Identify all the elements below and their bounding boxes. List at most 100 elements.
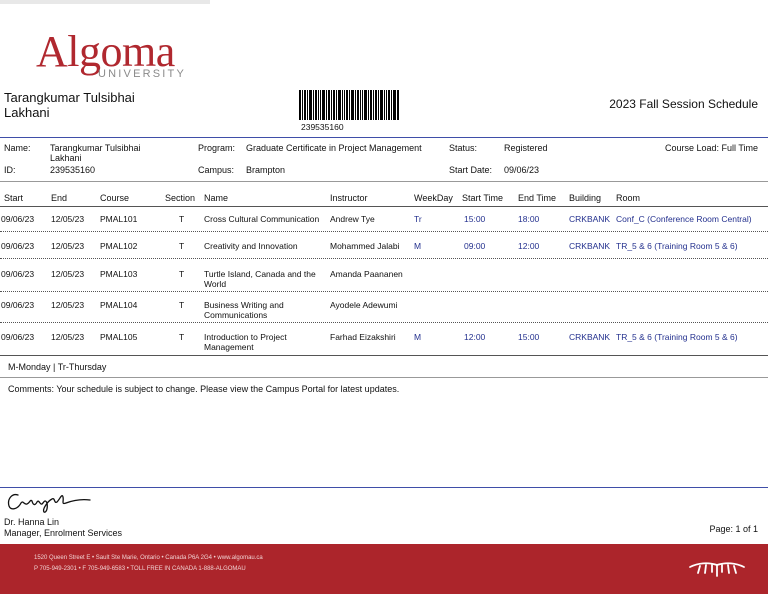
name-value: Tarangkumar Tulsibhai Lakhani [50, 143, 141, 163]
campus-label: Campus: [198, 165, 235, 175]
col-start: Start [4, 193, 24, 203]
footer-phone: P 705-949-2301 • F 705-949-6583 • TOLL F… [34, 566, 246, 572]
row2-course: PMAL102 [100, 241, 138, 251]
row5-section: T [179, 332, 185, 342]
session-title: 2023 Fall Session Schedule [609, 97, 758, 111]
row1-room: Conf_C (Conference Room Central) [616, 214, 752, 224]
row3-name: Turtle Island, Canada and the World [204, 269, 316, 289]
col-instructor: Instructor [330, 193, 368, 203]
row5-name-line1: Introduction to Project [204, 332, 287, 342]
header-row-rule [0, 206, 768, 207]
col-end: End [51, 193, 68, 203]
row5-name: Introduction to Project Management [204, 332, 287, 352]
row4-course: PMAL104 [100, 300, 138, 310]
row1-start-time: 15:00 [464, 214, 486, 224]
col-room: Room [616, 193, 641, 203]
legend-divider [0, 377, 768, 378]
col-weekday: WeekDay [414, 193, 453, 203]
thunderbird-icon [689, 562, 745, 577]
row1-start: 09/06/23 [1, 214, 35, 224]
row5-room: TR_5 & 6 (Training Room 5 & 6) [616, 332, 738, 342]
col-end-time: End Time [518, 193, 557, 203]
table-bottom-rule [0, 355, 768, 356]
row2-divider [0, 258, 768, 259]
row2-building: CRKBANK [569, 241, 611, 251]
start-date-value: 09/06/23 [504, 165, 540, 175]
name-value-line1: Tarangkumar Tulsibhai [50, 143, 141, 153]
course-load: Course Load: Full Time [664, 143, 758, 153]
row1-instructor: Andrew Tye [330, 214, 375, 224]
row3-start: 09/06/23 [1, 269, 35, 279]
top-edge-bar [0, 0, 210, 4]
row5-course: PMAL105 [100, 332, 138, 342]
status-label: Status: [449, 143, 478, 153]
signatory-title: Manager, Enrolment Services [4, 528, 123, 538]
row4-end: 12/05/23 [51, 300, 85, 310]
signature-image [7, 493, 91, 513]
footer-address: 1520 Queen Street E • Sault Ste Marie, O… [34, 555, 263, 561]
weekday-legend: M-Monday | Tr-Thursday [8, 362, 107, 372]
row2-name: Creativity and Innovation [204, 241, 298, 251]
student-name-line1: Tarangkumar Tulsibhai [4, 90, 135, 105]
row2-instructor: Mohammed Jalabi [330, 241, 400, 251]
student-name-line2: Lakhani [4, 105, 50, 120]
id-label: ID: [4, 165, 16, 175]
row2-weekday: M [414, 241, 422, 251]
row5-building: CRKBANK [569, 332, 611, 342]
algoma-logo-subtitle: UNIVERSITY [98, 68, 187, 80]
col-start-time: Start Time [462, 193, 504, 203]
campus-value: Brampton [246, 165, 286, 175]
row4-name-line2: Communications [204, 310, 268, 320]
row2-end-time: 12:00 [518, 241, 540, 251]
start-date-label: Start Date: [449, 165, 493, 175]
row1-course: PMAL101 [100, 214, 138, 224]
signature-divider [0, 487, 768, 488]
name-value-line2: Lakhani [50, 153, 82, 163]
name-label: Name: [4, 143, 31, 153]
row3-section: T [179, 269, 185, 279]
row5-name-line2: Management [204, 342, 254, 352]
id-value: 239535160 [50, 165, 96, 175]
row2-end: 12/05/23 [51, 241, 85, 251]
row4-section: T [179, 300, 185, 310]
col-building: Building [569, 193, 602, 203]
barcode-number: 239535160 [301, 122, 344, 132]
col-course: Course [100, 193, 130, 203]
row3-end: 12/05/23 [51, 269, 85, 279]
row4-start: 09/06/23 [1, 300, 35, 310]
col-name: Name [204, 193, 229, 203]
row2-start-time: 09:00 [464, 241, 486, 251]
signatory-name: Dr. Hanna Lin [4, 517, 60, 527]
row4-divider [0, 322, 768, 323]
row1-building: CRKBANK [569, 214, 611, 224]
row4-instructor: Ayodele Adewumi [330, 300, 398, 310]
row1-name: Cross Cultural Communication [204, 214, 320, 224]
row1-end-time: 18:00 [518, 214, 540, 224]
row3-instructor: Amanda Paananen [330, 269, 403, 279]
row3-divider [0, 291, 768, 292]
page-number: Page: 1 of 1 [709, 524, 758, 534]
row5-start-time: 12:00 [464, 332, 486, 342]
row5-end-time: 15:00 [518, 332, 540, 342]
row5-start: 09/06/23 [1, 332, 35, 342]
row3-course: PMAL103 [100, 269, 138, 279]
row3-name-line2: World [204, 279, 227, 289]
row5-end: 12/05/23 [51, 332, 85, 342]
program-label: Program: [198, 143, 236, 153]
row4-name-line1: Business Writing and [204, 300, 284, 310]
row1-weekday: Tr [414, 214, 422, 224]
info-divider [0, 181, 768, 182]
row2-section: T [179, 241, 185, 251]
program-value: Graduate Certificate in Project Manageme… [246, 143, 422, 153]
row2-start: 09/06/23 [1, 241, 35, 251]
row5-instructor: Farhad Eizakshiri [330, 332, 396, 342]
status-value: Registered [504, 143, 548, 153]
row3-name-line1: Turtle Island, Canada and the [204, 269, 316, 279]
col-section: Section [165, 193, 196, 203]
barcode-image [299, 90, 399, 120]
header-divider [0, 137, 768, 138]
row4-name: Business Writing and Communications [204, 300, 284, 320]
student-name-heading: Tarangkumar Tulsibhai Lakhani [4, 90, 164, 120]
comments-text: Comments: Your schedule is subject to ch… [8, 384, 400, 394]
row1-section: T [179, 214, 185, 224]
